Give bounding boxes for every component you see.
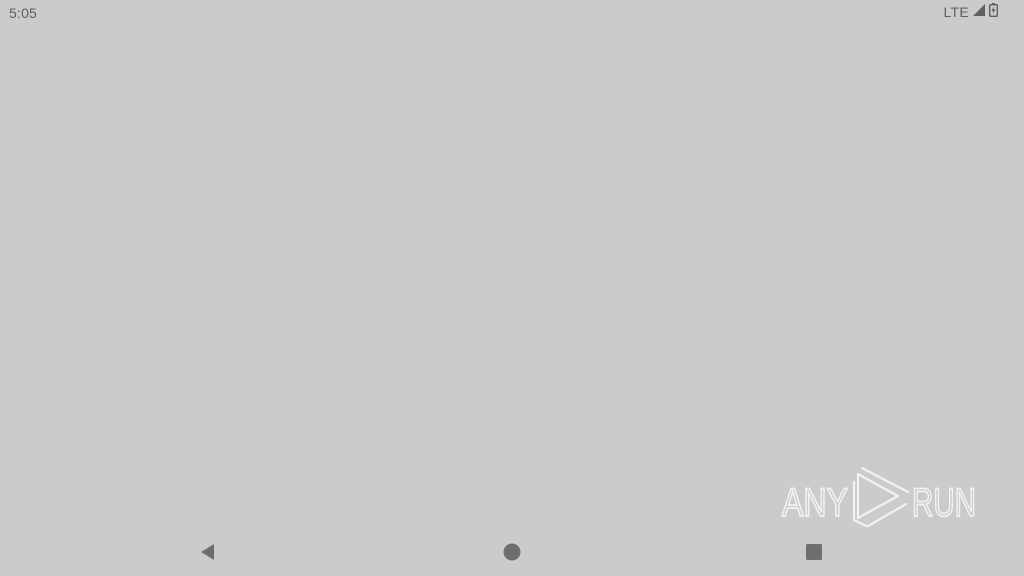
- status-bar: 5:05 LTE: [0, 0, 1024, 24]
- status-indicators: LTE: [943, 2, 998, 22]
- back-button[interactable]: [196, 540, 220, 564]
- play-logo-icon: [852, 466, 910, 528]
- watermark-right-text: RUN: [912, 481, 976, 525]
- status-time: 5:05: [9, 5, 38, 21]
- watermark-left-text: ANY: [782, 481, 848, 525]
- battery-charging-icon: [988, 2, 998, 22]
- android-home-screen: 5:05 LTE ANY RUN: [0, 0, 1024, 576]
- recents-button[interactable]: [802, 540, 826, 564]
- back-triangle-icon: [201, 544, 214, 560]
- recents-square-icon: [806, 544, 822, 560]
- anyrun-watermark: ANY RUN: [780, 464, 980, 528]
- home-button[interactable]: [500, 540, 524, 564]
- signal-icon: [973, 3, 985, 21]
- navigation-bar: [0, 528, 1024, 576]
- network-type: LTE: [943, 4, 969, 20]
- home-circle-icon: [503, 543, 521, 561]
